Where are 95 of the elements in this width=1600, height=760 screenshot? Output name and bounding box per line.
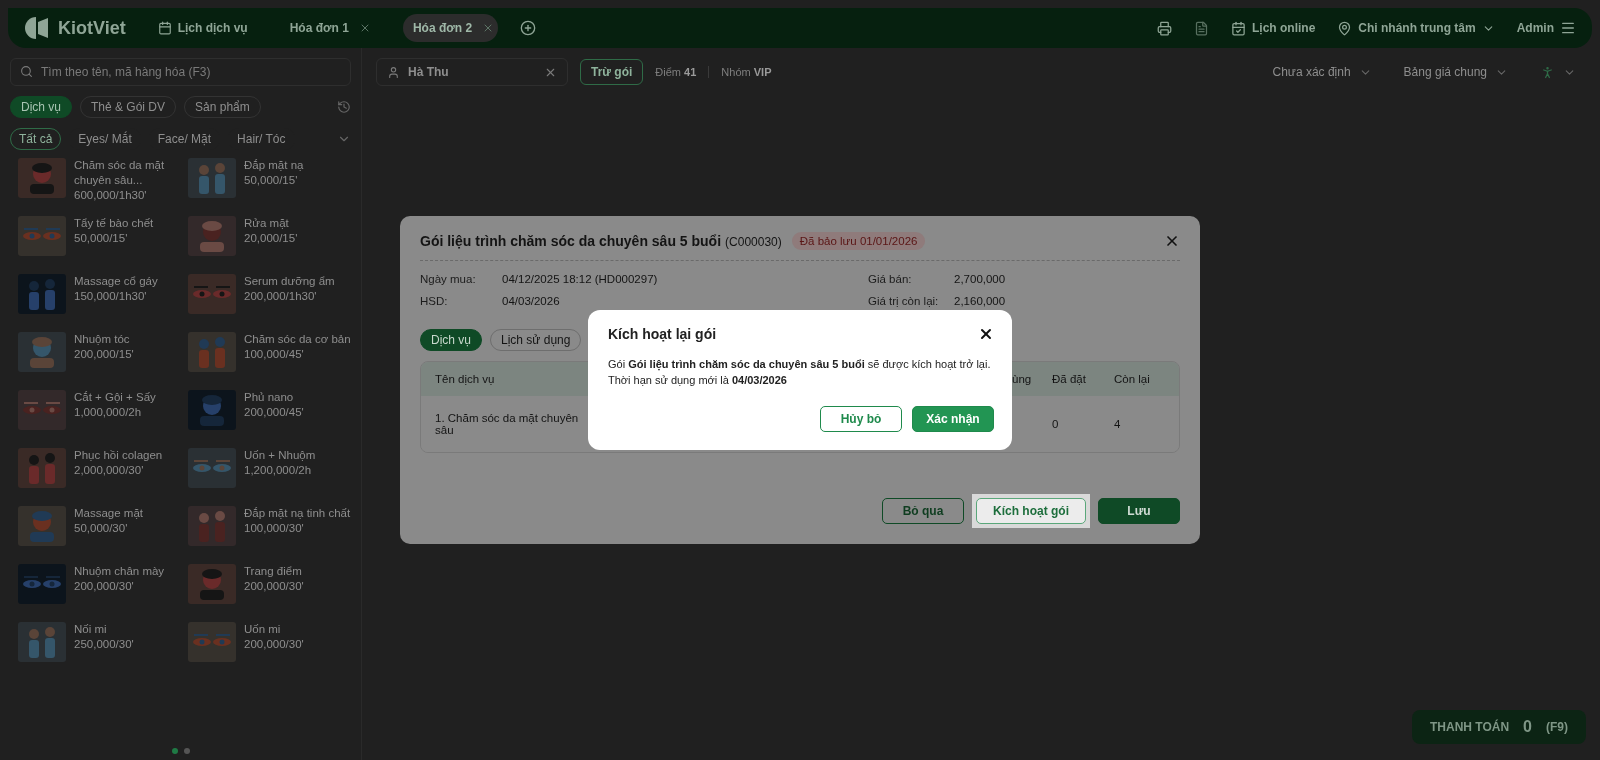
info-value: 04/12/2025 18:12 (HD000297) (502, 273, 659, 285)
category-tab[interactable]: Dịch vụ (10, 96, 72, 118)
info-label: Ngày mua: (420, 273, 477, 285)
dialog-tab[interactable]: Lịch sử dụng (490, 329, 582, 351)
cancel-button[interactable]: Hủy bỏ (820, 406, 902, 432)
info-value: 2,700,000 (954, 273, 1007, 285)
service-price: 600,000/1h30' (74, 188, 148, 203)
service-price: 200,000/30' (244, 579, 305, 594)
service-name[interactable]: Nhuộm tóc (74, 332, 182, 347)
dialog-button[interactable]: Lưu (1098, 498, 1180, 524)
service-name[interactable]: Chăm sóc da mặt chuyên sâu... (74, 158, 182, 188)
service-price: 50,000/30' (74, 521, 129, 536)
invoice-tab[interactable]: Hóa đơn 1 (279, 14, 375, 42)
branch-selector[interactable]: Chi nhánh trung tâm (1337, 20, 1495, 36)
service-price: 250,000/30' (74, 637, 135, 652)
category-tab[interactable]: Thẻ & Gói DV (80, 96, 177, 118)
pay-button[interactable]: THANH TOÁN 0 (F9) (1412, 710, 1586, 744)
service-price: 50,000/15' (244, 173, 299, 188)
logo-icon (24, 16, 50, 40)
service-price: 20,000/15' (244, 231, 299, 246)
service-name[interactable]: Đắp mặt nạ tinh chất (244, 506, 352, 521)
service-price: 50,000/15' (74, 231, 129, 246)
dialog-button[interactable]: Kích hoạt gói (976, 498, 1086, 524)
customer-points: Điểm 41 (655, 66, 697, 78)
service-price: 200,000/1h30' (244, 289, 318, 304)
calendar-icon (157, 21, 172, 35)
service-price: 150,000/1h30' (74, 289, 148, 304)
service-name[interactable]: Đắp mặt nạ (244, 158, 352, 173)
add-tab-icon[interactable] (520, 20, 537, 36)
service-name[interactable]: Rửa mặt (244, 216, 352, 231)
dialog-button[interactable]: Bỏ qua (882, 498, 964, 524)
service-price: 200,000/30' (74, 579, 135, 594)
page-dot[interactable] (183, 748, 190, 754)
service-price: 200,000/15' (74, 347, 135, 362)
invoice-tab[interactable]: Lịch dịch vụ (147, 14, 258, 42)
info-value: 2,160,000 (954, 295, 1007, 307)
user-menu[interactable]: Admin (1516, 20, 1576, 36)
pin-icon (1337, 20, 1353, 36)
column-header: Còn lại (1114, 373, 1150, 385)
service-name[interactable]: Phục hồi colagen (74, 448, 182, 463)
printer-icon[interactable] (1157, 20, 1172, 36)
user-icon (387, 65, 400, 79)
service-price: 200,000/30' (244, 637, 305, 652)
service-name[interactable]: Nối mi (74, 622, 182, 637)
service-price: 2,000,000/30' (74, 463, 145, 478)
service-name[interactable]: Cắt + Gội + Sấy (74, 390, 182, 405)
service-name[interactable]: Nhuộm chân mày (74, 564, 182, 579)
invoice-tab[interactable]: Hóa đơn 2 (402, 14, 499, 42)
service-name[interactable]: Uốn mi (244, 622, 352, 637)
service-name[interactable]: Tẩy tế bào chết (74, 216, 182, 231)
service-name[interactable]: Serum dưỡng ẩm (244, 274, 352, 289)
customer-group: Nhóm VIP (721, 66, 772, 78)
menu-icon (1560, 20, 1576, 36)
service-price: 200,000/45' (244, 405, 305, 420)
deduct-package-button[interactable]: Trừ gói (580, 59, 644, 85)
filter-dropdown[interactable]: Bảng giá chung (1393, 65, 1518, 79)
brand-name: KiotViet (58, 17, 126, 39)
history-icon[interactable] (337, 100, 351, 114)
info-label: HSD: (420, 295, 449, 307)
online-schedule-link[interactable]: Lịch online (1231, 20, 1316, 36)
table-cell: 4 (1114, 418, 1121, 430)
service-name[interactable]: Chăm sóc da cơ bản (244, 332, 352, 347)
service-name[interactable]: Uốn + Nhuộm (244, 448, 352, 463)
info-value: 04/03/2026 (502, 295, 561, 307)
column-header: Tên dịch vụ (435, 373, 495, 385)
calendar-icon (1231, 20, 1246, 36)
column-header: Đã đặt (1052, 373, 1086, 385)
document-icon[interactable] (1194, 20, 1209, 36)
service-price: 100,000/30' (244, 521, 305, 536)
service-price: 100,000/45' (244, 347, 305, 362)
filter-chip[interactable]: Tất cả (10, 128, 62, 150)
info-label: Giá trị còn lại: (868, 295, 940, 307)
confirm-button[interactable]: Xác nhận (912, 406, 994, 432)
info-label: Giá bán: (868, 273, 913, 285)
confirm-message: Gói Gói liệu trình chăm sóc da chuyên sâu 5 buổi sẽ được kích hoạt trở lại. (608, 357, 992, 372)
service-name[interactable]: Massage mặt (74, 506, 182, 521)
status-tag: Đã bảo lưu 01/01/2026 (791, 232, 926, 250)
service-name[interactable]: Massage cổ gáy (74, 274, 182, 289)
table-cell: 0 (1052, 418, 1059, 430)
page-dot[interactable] (171, 748, 178, 754)
service-name[interactable]: Trang điểm (244, 564, 352, 579)
column-header: ùng (1012, 373, 1032, 385)
customer-field[interactable]: Hà Thu (376, 58, 568, 86)
table-cell-text: 1. Chăm sóc da mặt chuyên sâu (435, 412, 580, 436)
service-price: 1,000,000/2h (74, 405, 143, 420)
close-button[interactable] (978, 326, 994, 342)
dialog-title: Kích hoạt lại gói (608, 326, 717, 342)
service-price: 1,200,000/2h (244, 463, 313, 478)
service-name[interactable]: Phủ nano (244, 390, 352, 405)
dialog-title: Gói liệu trình chăm sóc da chuyên sâu 5 buổi (C000030) (420, 233, 782, 249)
confirm-message: Thời hạn sử dụng mới là 04/03/2026 (608, 373, 788, 388)
dialog-tab[interactable]: Dịch vụ (420, 329, 482, 351)
search-field[interactable]: Tìm theo tên, mã hàng hóa (F3) (10, 58, 351, 86)
category-tab[interactable]: Sản phẩm (184, 96, 261, 118)
filter-dropdown[interactable]: Chưa xác định (1262, 65, 1382, 79)
